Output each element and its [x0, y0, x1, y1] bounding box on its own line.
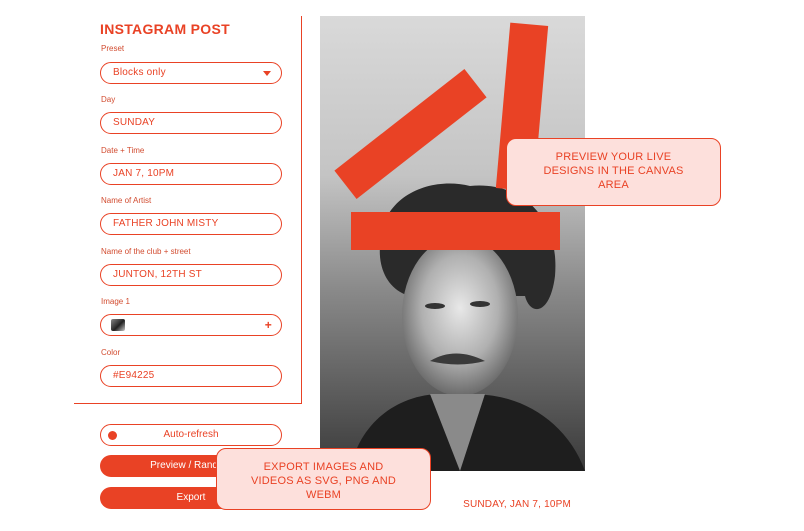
club-label: Name of the club + street [101, 247, 191, 256]
day-input[interactable]: SUNDAY [100, 112, 282, 134]
export-callout-line2: VIDEOS AS SVG, PNG AND [251, 475, 396, 487]
day-label: Day [101, 95, 116, 104]
preview-callout-line1: PREVIEW YOUR LIVE [555, 151, 672, 163]
autorefresh-toggle[interactable]: Auto-refresh [100, 424, 282, 446]
red-block-horizontal [351, 212, 560, 250]
artist-label: Name of Artist [101, 196, 152, 205]
preview-callout-line2: DESIGNS IN THE CANVAS [543, 165, 684, 177]
plus-icon[interactable]: + [265, 315, 272, 335]
image-picker[interactable]: + [100, 314, 282, 336]
image-label: Image 1 [101, 297, 130, 306]
color-label: Color [101, 348, 121, 357]
export-callout-line3: WEBM [305, 489, 342, 501]
panel-title: INSTAGRAM POST [100, 21, 230, 37]
preview-callout: PREVIEW YOUR LIVE DESIGNS IN THE CANVAS … [506, 138, 721, 206]
color-input[interactable]: #E94225 [100, 365, 282, 387]
preview-callout-line3: AREA [598, 179, 629, 191]
export-callout: EXPORT IMAGES AND VIDEOS AS SVG, PNG AND… [216, 448, 431, 510]
panel-divider [301, 16, 302, 404]
image-thumbnail [111, 319, 125, 331]
club-input[interactable]: JUNTON, 12TH ST [100, 264, 282, 286]
dot-icon [108, 431, 117, 440]
artist-input[interactable]: FATHER JOHN MISTY [100, 213, 282, 235]
canvas-preview[interactable] [320, 16, 585, 471]
preset-value: Blocks only [113, 67, 166, 78]
preset-label: Preset [101, 44, 125, 53]
datetime-label: Date + Time [101, 146, 145, 155]
autorefresh-label: Auto-refresh [163, 429, 219, 440]
preset-select[interactable]: Blocks only [100, 62, 282, 84]
actions-divider [74, 403, 302, 404]
canvas-date-text: SUNDAY, JAN 7, 10PM [463, 499, 571, 510]
datetime-input[interactable]: JAN 7, 10PM [100, 163, 282, 185]
chevron-down-icon [263, 71, 271, 76]
export-callout-line1: EXPORT IMAGES AND [263, 461, 384, 473]
